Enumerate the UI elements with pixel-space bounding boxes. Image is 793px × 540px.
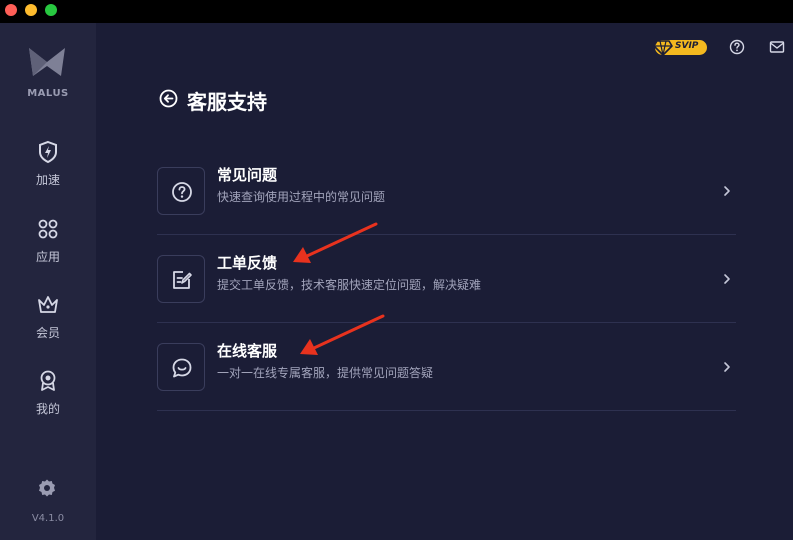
support-item-desc: 快速查询使用过程中的常见问题 [217,190,386,204]
sidebar: MALUS 加速 应用 会员 我的 V4.1.0 [0,23,96,540]
support-item-desc: 提交工单反馈，技术客服快速定位问题，解决疑难 [217,278,482,292]
chevron-right-icon [724,362,730,372]
close-window-button[interactable] [5,4,17,16]
icon-box [157,255,205,303]
maximize-window-button[interactable] [45,4,57,16]
edit-ticket-icon [173,271,192,289]
support-item-desc: 一对一在线专属客服，提供常见问题答疑 [217,366,434,380]
svip-label: SVIP [675,41,699,51]
page-title: 客服支持 [187,90,267,114]
sidebar-item-label: 应用 [35,250,60,264]
support-item-title: 常见问题 [217,166,278,184]
user-badge-icon [40,370,56,391]
shield-bolt-icon [39,140,57,164]
question-circle-icon [172,182,192,202]
diamond-icon [653,40,673,56]
support-item-faq[interactable]: 常见问题 快速查询使用过程中的常见问题 [157,147,736,235]
sidebar-item-membership[interactable]: 会员 [0,293,96,353]
mail-icon[interactable] [769,39,785,55]
window-titlebar [0,0,793,23]
chat-bubble-icon [172,358,192,378]
icon-box [157,343,205,391]
support-item-online-service[interactable]: 在线客服 一对一在线专属客服，提供常见问题答疑 [157,323,736,411]
sidebar-item-apps[interactable]: 应用 [0,217,96,277]
chevron-right-icon [724,186,730,196]
sidebar-item-mine[interactable]: 我的 [0,369,96,429]
support-item-ticket[interactable]: 工单反馈 提交工单反馈，技术客服快速定位问题，解决疑难 [157,235,736,323]
support-item-title: 工单反馈 [217,254,278,272]
svip-badge[interactable]: SVIP [653,40,707,56]
sidebar-item-accelerate[interactable]: 加速 [0,140,96,200]
question-icon[interactable] [729,39,745,55]
sidebar-item-label: 会员 [35,326,60,340]
sidebar-item-label: 加速 [35,173,60,187]
app-version: V4.1.0 [31,513,65,524]
icon-box [157,167,205,215]
apps-grid-icon [38,219,58,239]
support-item-title: 在线客服 [217,342,278,360]
sidebar-item-label: 我的 [35,402,60,416]
back-arrow-icon[interactable] [159,89,178,108]
crown-icon [38,296,58,313]
chevron-right-icon [724,274,730,284]
gear-icon[interactable] [37,478,57,498]
minimize-window-button[interactable] [25,4,37,16]
brand-name: MALUS [27,88,69,99]
malus-logo-icon [29,48,65,76]
